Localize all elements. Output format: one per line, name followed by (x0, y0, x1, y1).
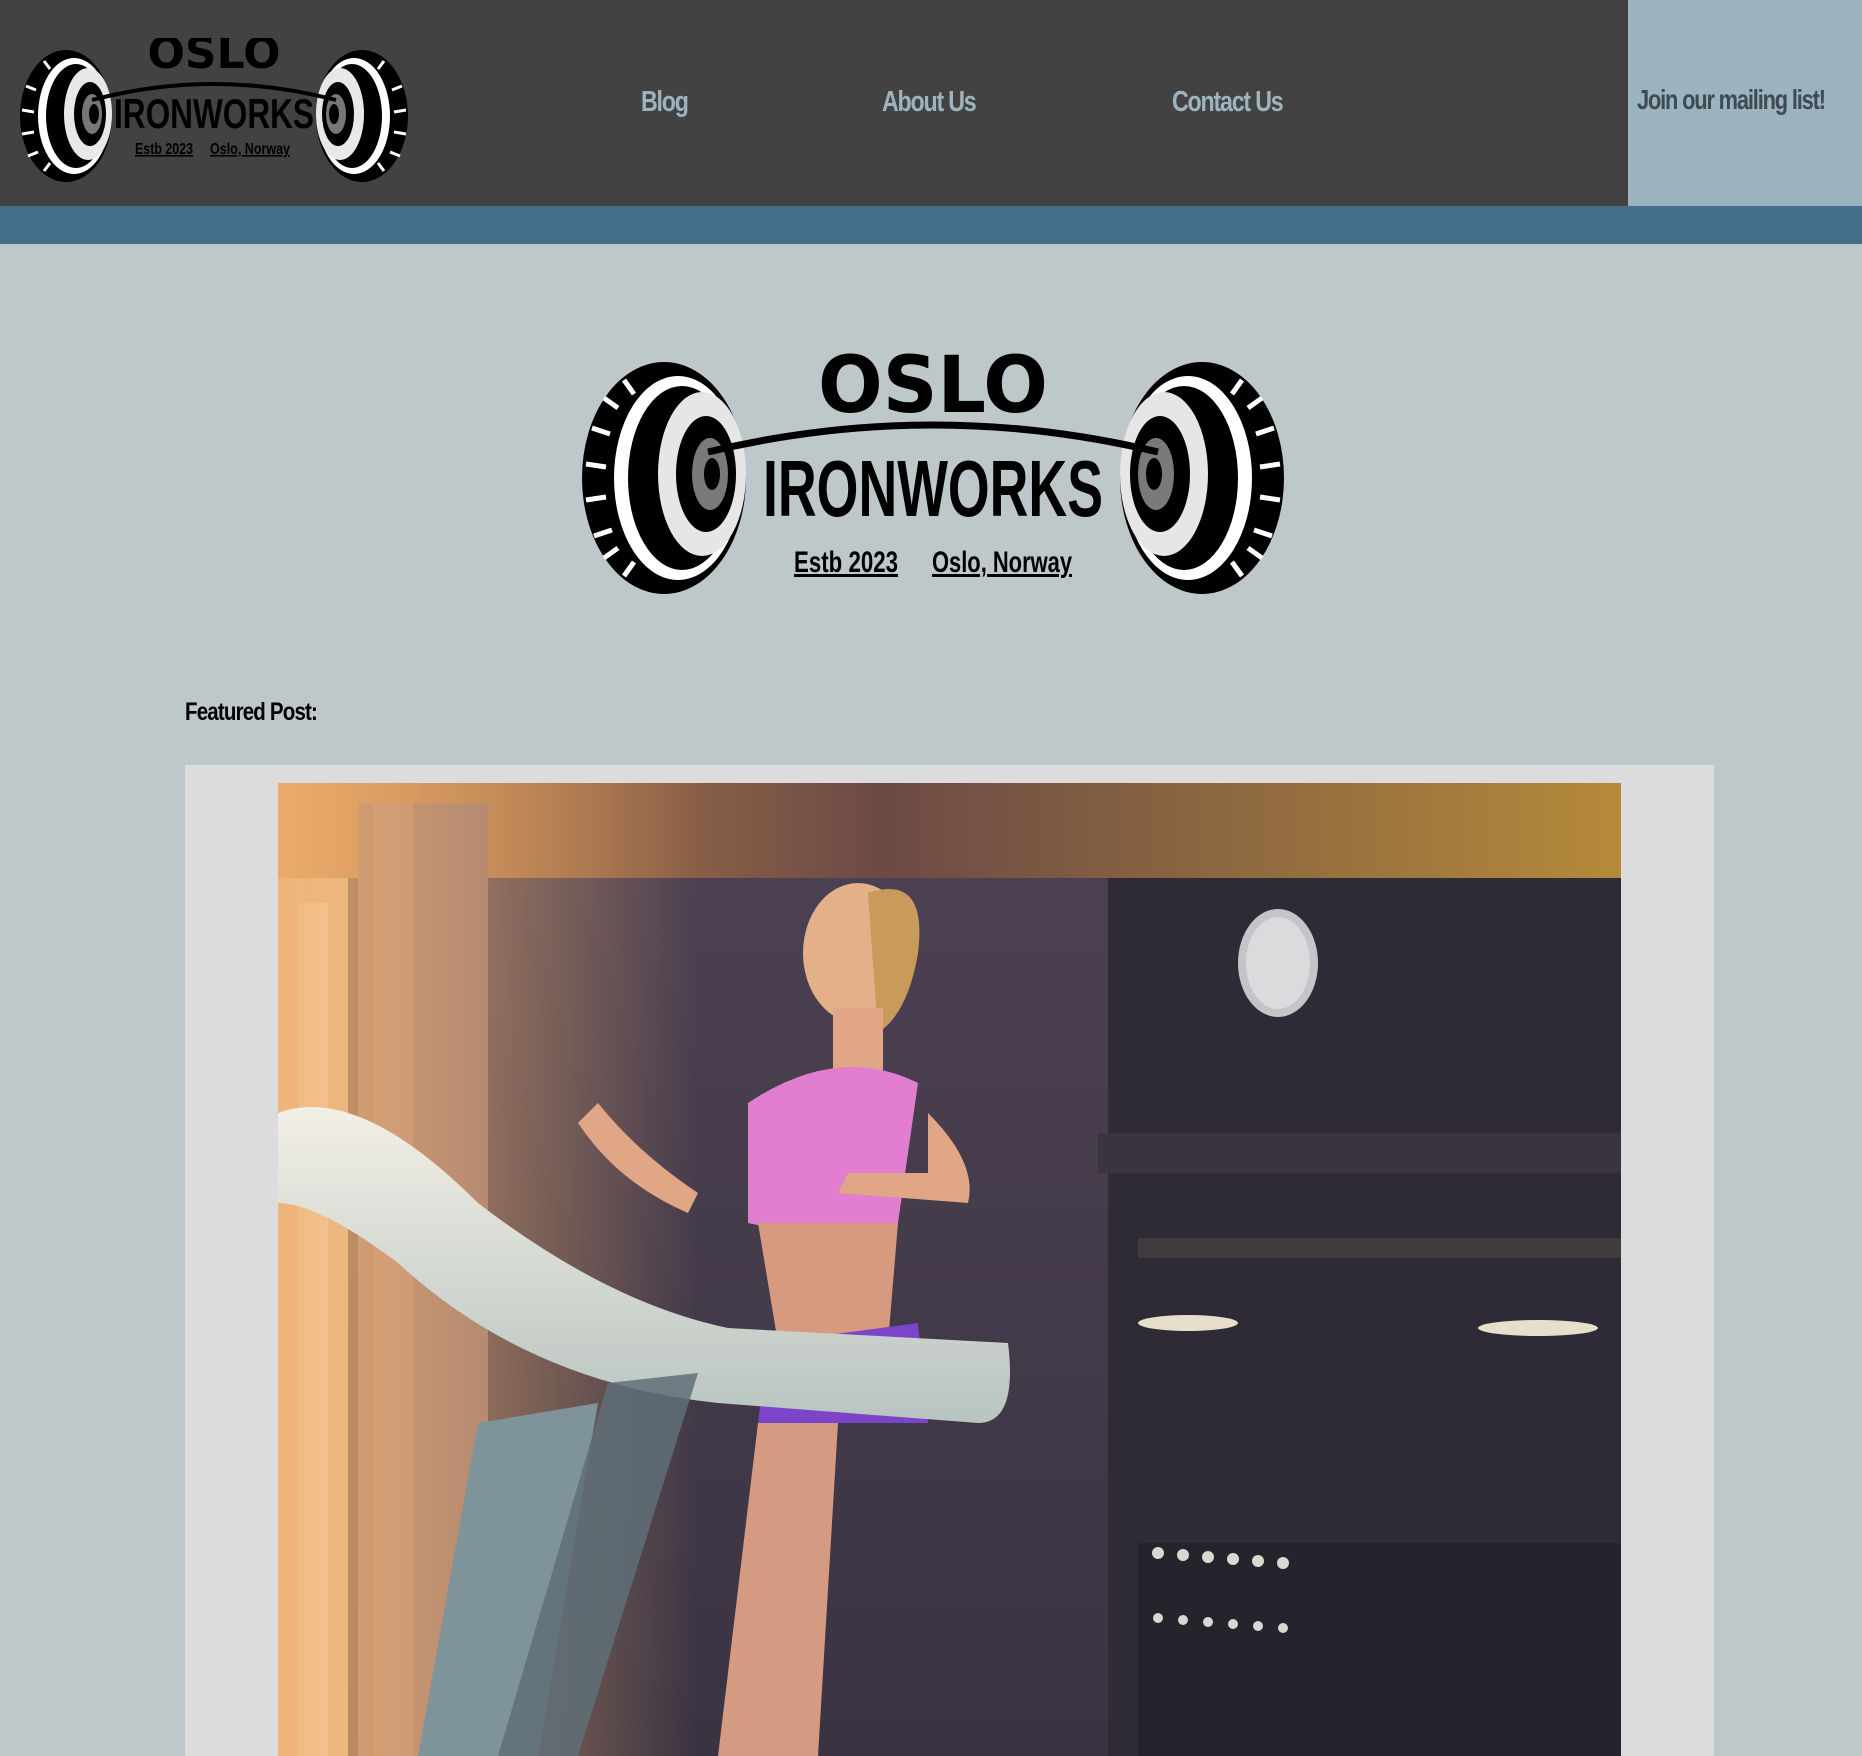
site-header: OSLO IRONWORKS Estb 2023 Oslo, Norway Bl… (0, 0, 1862, 206)
header-logo-location: Oslo, Norway (210, 141, 290, 158)
hero-logo-oslo: OSLO (818, 341, 1048, 431)
hero-logo-ironworks: IRONWORKS (763, 444, 1103, 533)
mailing-list-label: Join our mailing list! (1637, 84, 1826, 115)
mailing-list-button[interactable]: Join our mailing list! (1628, 0, 1862, 206)
header-logo-established: Estb 2023 (135, 141, 193, 158)
hero-logo: OSLO IRONWORKS Estb 2023 Oslo, Norway (578, 341, 1288, 600)
header-logo[interactable]: OSLO IRONWORKS Estb 2023 Oslo, Norway (14, 38, 414, 188)
header-accent-bar (0, 206, 1862, 244)
nav-link-contact-us[interactable]: Contact Us (1172, 86, 1284, 119)
header-logo-oslo: OSLO (148, 38, 281, 79)
hero-logo-established: Estb 2023 (794, 546, 898, 579)
header-logo-ironworks: IRONWORKS (114, 90, 314, 137)
featured-post-heading: Featured Post: (185, 698, 318, 726)
nav-link-blog[interactable]: Blog (641, 86, 689, 119)
featured-post-image[interactable] (278, 783, 1621, 1756)
nav-link-about-us[interactable]: About Us (882, 86, 977, 119)
featured-post-card[interactable] (185, 765, 1714, 1756)
hero-logo-location: Oslo, Norway (932, 546, 1072, 579)
